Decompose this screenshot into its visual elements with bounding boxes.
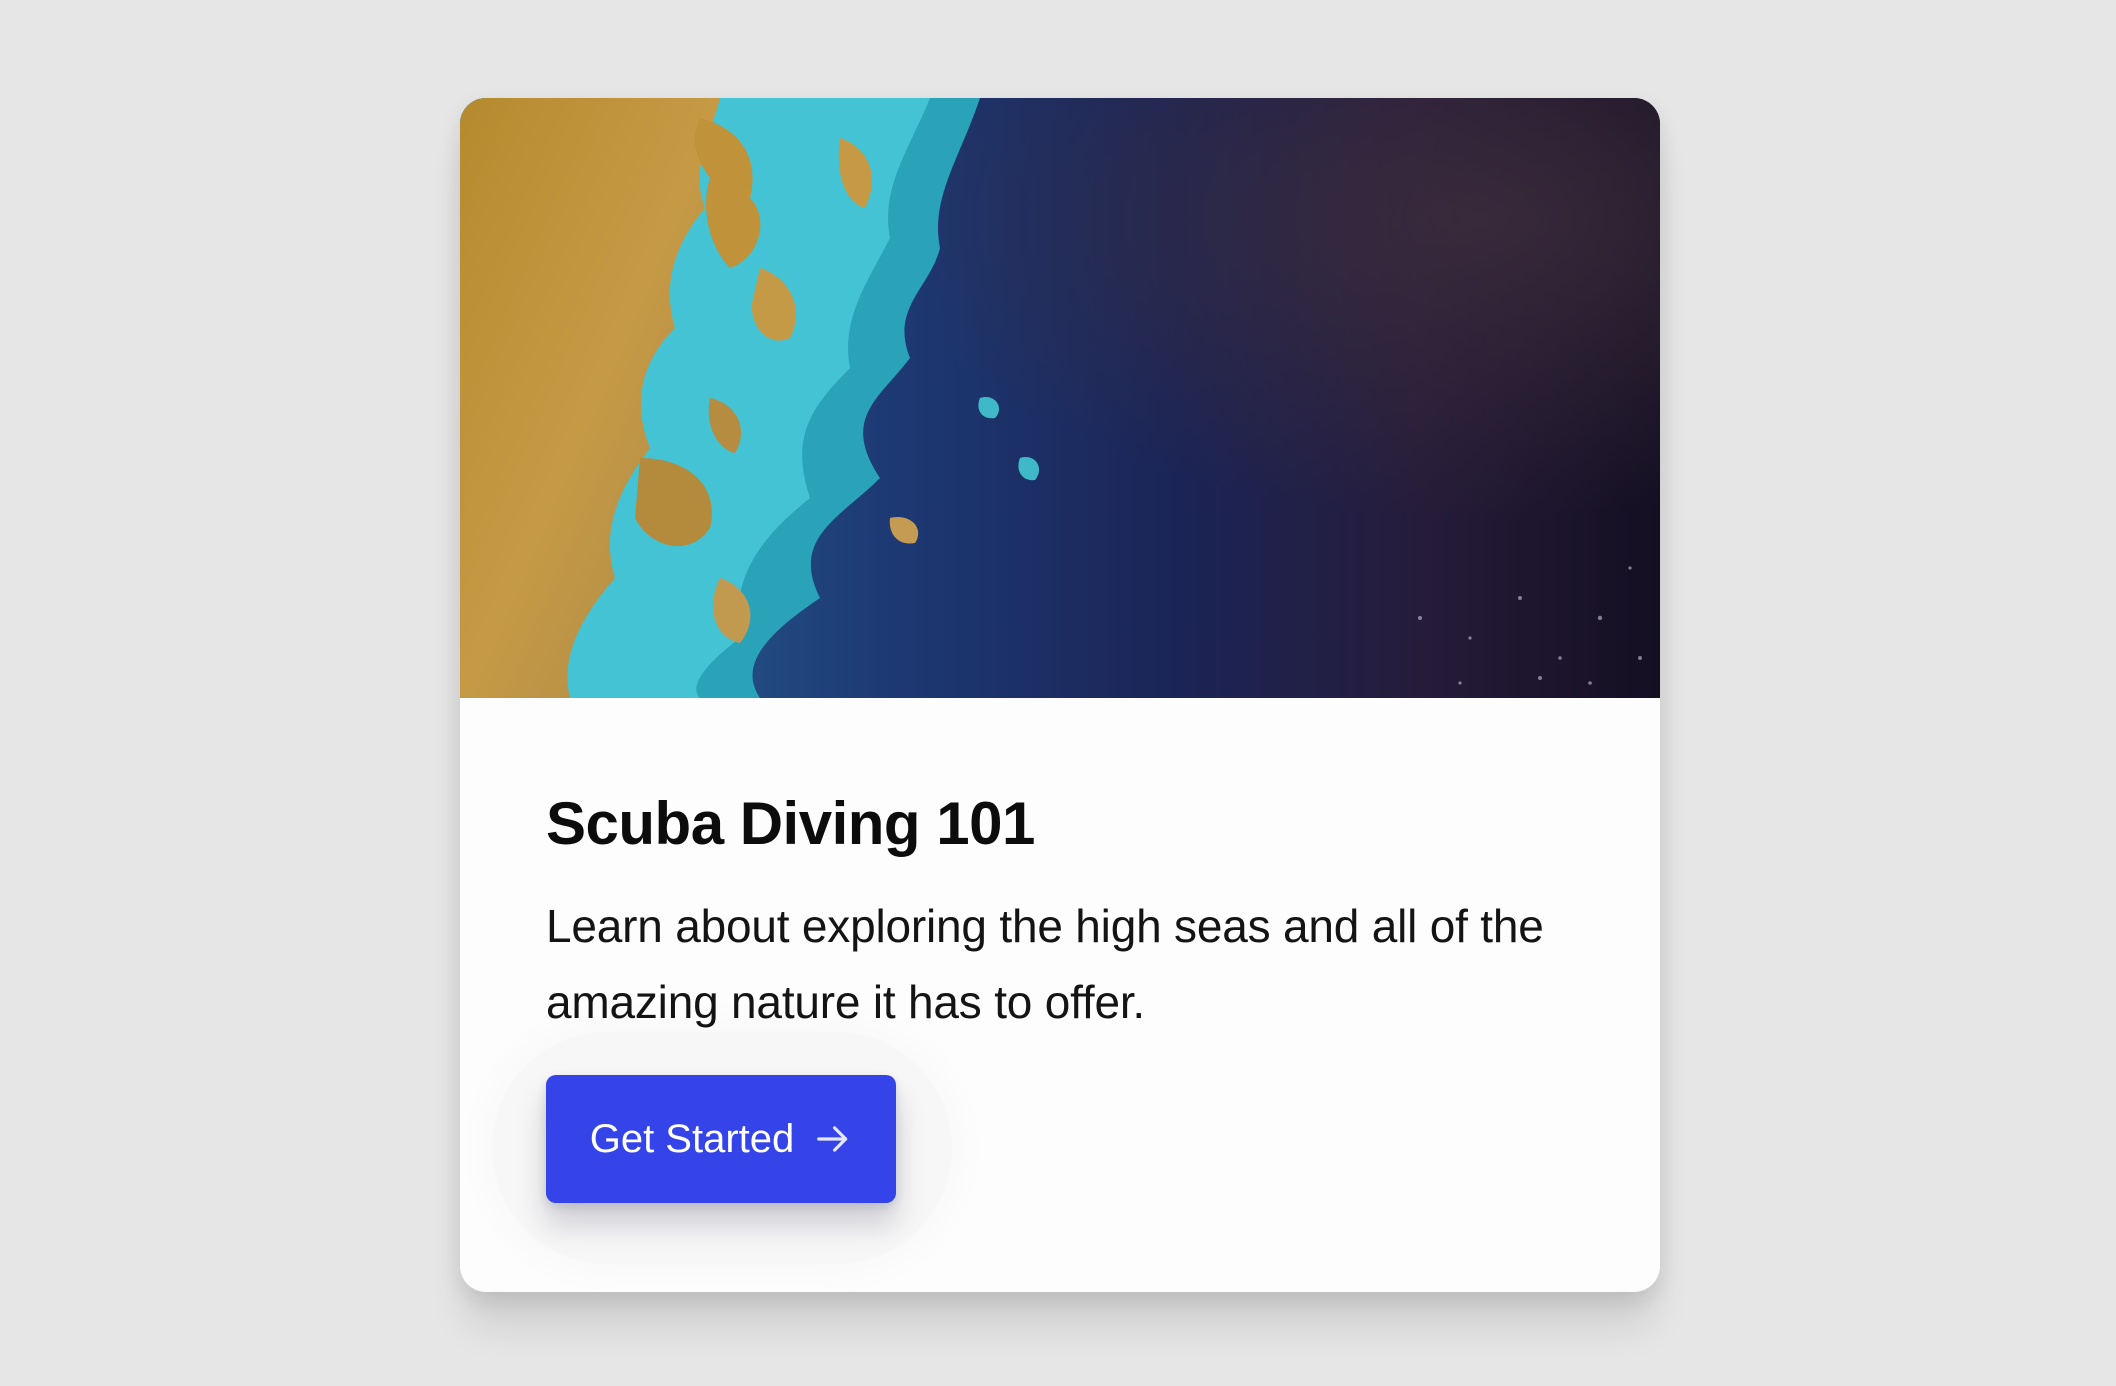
satellite-ocean-image (460, 98, 1660, 698)
card-hero-image (460, 98, 1660, 698)
get-started-button[interactable]: Get Started (546, 1075, 896, 1203)
card-title: Scuba Diving 101 (546, 790, 1035, 857)
arrow-right-icon (817, 1126, 848, 1152)
get-started-button-label: Get Started (589, 1116, 795, 1161)
card-description: Learn about exploring the high seas and … (546, 900, 1544, 1028)
card-content: Scuba Diving 101 Learn about exploring t… (546, 788, 1586, 1040)
